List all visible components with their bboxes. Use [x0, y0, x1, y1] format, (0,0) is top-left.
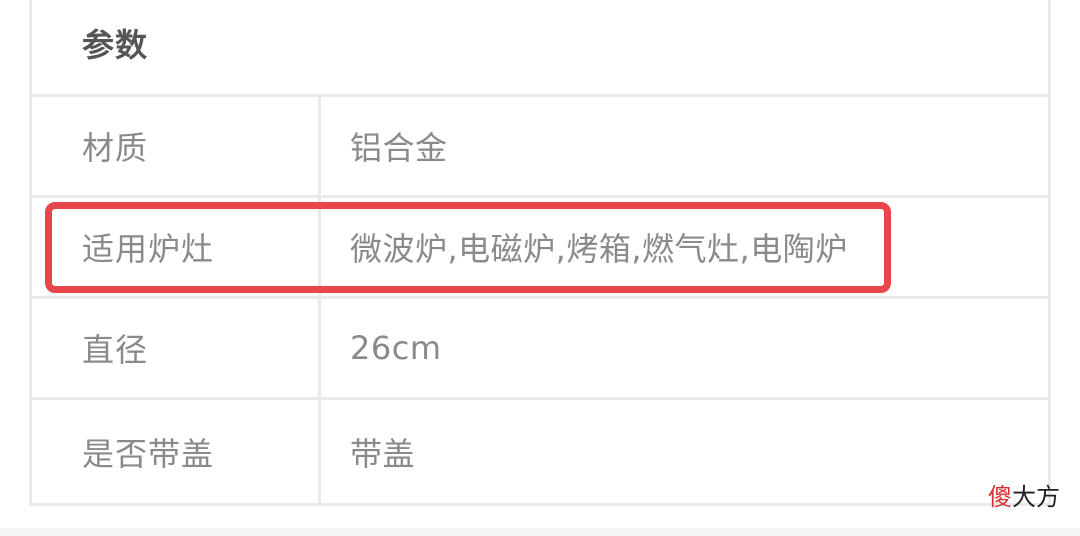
spec-key: 直径: [32, 299, 321, 397]
spec-row-with-lid: 是否带盖 带盖: [32, 400, 1048, 503]
spec-value: 26cm: [350, 329, 442, 367]
bottom-divider: [0, 528, 1080, 536]
watermark-accent: 傻: [988, 483, 1012, 511]
spec-row-compatible-stoves: 适用炉灶 微波炉,电磁炉,烤箱,燃气灶,电陶炉: [32, 198, 1048, 299]
spec-table-title: 参数: [82, 26, 149, 64]
watermark-text: 大方: [1012, 483, 1060, 511]
spec-value: 铝合金: [350, 129, 448, 167]
spec-row-diameter: 直径 26cm: [32, 299, 1048, 400]
spec-row-material: 材质 铝合金: [32, 97, 1048, 198]
spec-key: 适用炉灶: [32, 198, 321, 296]
watermark: 傻大方: [988, 477, 1060, 512]
page: 参数 材质 铝合金 适用炉灶 微波炉,电磁炉,烤箱,燃气灶,电陶炉 直径 26c…: [0, 0, 1080, 536]
spec-key: 材质: [32, 97, 321, 195]
spec-key: 是否带盖: [32, 400, 321, 503]
spec-table-header: 参数: [32, 0, 1048, 97]
spec-value: 带盖: [350, 434, 416, 473]
spec-table: 参数 材质 铝合金 适用炉灶 微波炉,电磁炉,烤箱,燃气灶,电陶炉 直径 26c…: [29, 0, 1051, 506]
spec-value: 微波炉,电磁炉,烤箱,燃气灶,电陶炉: [350, 230, 848, 268]
